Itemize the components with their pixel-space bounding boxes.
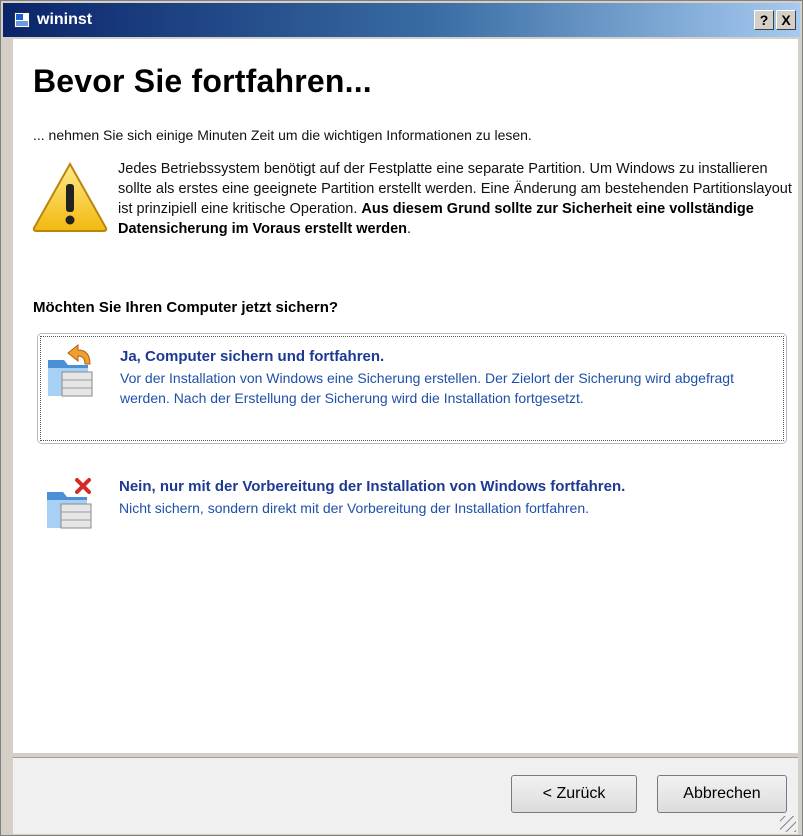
content-panel: Bevor Sie fortfahren... ... nehmen Sie s… <box>13 39 798 753</box>
option-yes-title: Ja, Computer sichern und fortfahren. <box>120 348 385 365</box>
backup-folder-cross-icon <box>47 478 92 529</box>
option-skip-backup[interactable]: Nein, nur mit der Vorbereitung der Insta… <box>37 469 787 539</box>
back-button[interactable]: < Zurück <box>511 775 637 813</box>
close-button[interactable]: X <box>776 10 796 30</box>
page-title: Bevor Sie fortfahren... <box>33 63 372 99</box>
option-no-title: Nein, nur mit der Vorbereitung der Insta… <box>119 478 626 495</box>
button-bar: < Zurück Abbrechen <box>13 757 798 834</box>
window-title: wininst <box>37 11 93 28</box>
warning-text-end: . <box>407 221 412 237</box>
option-yes-description: Vor der Installation von Windows eine Si… <box>120 370 734 406</box>
backup-folder-arrow-icon <box>48 343 93 397</box>
option-backup-and-continue[interactable]: Ja, Computer sichern und fortfahren. Vor… <box>37 333 787 444</box>
title-bar[interactable]: wininst ? X <box>3 3 800 37</box>
cancel-button[interactable]: Abbrechen <box>657 775 787 813</box>
option-no-description: Nicht sichern, sondern direkt mit der Vo… <box>119 500 590 516</box>
warning-triangle-icon <box>32 161 108 232</box>
intro-text: ... nehmen Sie sich einige Minuten Zeit … <box>33 127 532 143</box>
resize-grip[interactable] <box>780 816 796 832</box>
backup-question: Möchten Sie Ihren Computer jetzt sichern… <box>33 299 339 316</box>
app-icon <box>14 12 30 28</box>
warning-text: Jedes Betriebssystem benötigt auf der Fe… <box>118 159 798 239</box>
installer-window: wininst ? X Bevor Sie fortfahren... ... … <box>0 0 803 836</box>
help-button[interactable]: ? <box>754 10 774 30</box>
